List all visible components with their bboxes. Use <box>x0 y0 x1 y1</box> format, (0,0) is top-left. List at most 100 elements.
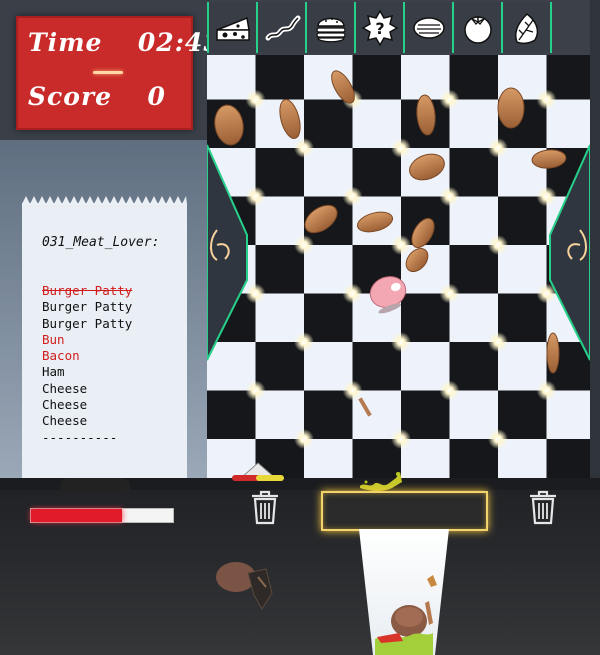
delivery-chute <box>359 529 449 655</box>
falling-patty[interactable] <box>497 87 525 129</box>
board-light <box>294 235 314 255</box>
svg-text:?: ? <box>375 19 384 38</box>
board-light <box>391 235 411 255</box>
trash-icon <box>530 490 556 525</box>
health-bar-fill <box>31 509 122 522</box>
ingredient-slot-patty[interactable] <box>405 2 454 53</box>
board-tile <box>255 342 305 391</box>
patty-icon <box>412 16 445 39</box>
board-tile <box>498 196 547 246</box>
board-light <box>439 380 460 401</box>
order-item: Burger Patty <box>42 299 133 315</box>
condiment-bottle[interactable] <box>228 455 288 485</box>
order-item: Bacon <box>42 348 80 364</box>
board-tile <box>304 99 353 149</box>
receipt-torn-edge <box>22 196 187 204</box>
board-tile <box>401 293 450 343</box>
bacon-icon <box>265 15 300 40</box>
board-tile <box>449 148 499 197</box>
falling-patty[interactable] <box>546 332 560 374</box>
ingredient-slot-mystery[interactable]: ? <box>356 2 405 53</box>
board-light <box>245 283 266 304</box>
ingredient-slot-lettuce[interactable] <box>503 2 552 53</box>
board-tile <box>498 390 547 440</box>
game-board[interactable] <box>207 55 590 480</box>
board-light <box>245 89 266 110</box>
order-footer: ---------- <box>42 429 118 445</box>
ingredient-slot-bun[interactable] <box>307 2 356 53</box>
order-item: Cheese <box>42 413 88 429</box>
board-light <box>488 235 508 255</box>
board-tile <box>207 390 256 440</box>
tomato-icon <box>463 15 492 44</box>
order-item: Cheese <box>42 380 88 396</box>
board-tile <box>255 245 305 294</box>
board-tile <box>449 342 499 391</box>
score-panel: Time 02:43 Score 0 <box>16 16 221 130</box>
checker-floor <box>207 55 590 480</box>
board-tile <box>352 342 402 391</box>
order-item: Ham <box>42 364 65 380</box>
board-light <box>536 380 557 401</box>
board-light <box>439 89 460 110</box>
board-light <box>488 332 508 352</box>
health-bar <box>30 508 174 523</box>
board-light <box>439 283 460 304</box>
board-light <box>342 186 363 207</box>
board-tile <box>304 293 353 343</box>
order-item: Cheese <box>42 397 88 413</box>
trash-icon <box>252 490 278 525</box>
assembly-plate[interactable] <box>321 491 488 531</box>
order-name: 031_Meat_Lover: <box>42 235 160 250</box>
board-tile <box>449 245 499 294</box>
order-item: Burger Patty <box>42 315 133 331</box>
board-tile <box>546 439 590 480</box>
mystery-icon: ? <box>360 8 399 47</box>
falling-patty-below <box>216 562 273 610</box>
order-item-list: Burger Patty Burger Patty Burger Patty B… <box>42 283 132 446</box>
order-item: Burger Patty <box>42 283 133 298</box>
board-tile <box>498 293 547 343</box>
board-light <box>536 186 557 207</box>
trash-bin-left[interactable] <box>248 488 282 526</box>
board-light <box>488 138 508 158</box>
board-light <box>488 429 508 449</box>
cheese-icon <box>215 16 250 41</box>
order-item: Bun <box>42 331 65 347</box>
board-tile <box>255 148 305 197</box>
board-tile <box>401 390 450 440</box>
board-light <box>294 138 314 158</box>
counter-floor <box>0 480 600 655</box>
time-label: Time <box>28 28 103 57</box>
board-tile <box>352 148 402 197</box>
time-readout: Time 02:43 <box>28 28 222 57</box>
board-light <box>342 380 363 401</box>
ingredient-bar: ? <box>207 0 590 55</box>
sauce-splat <box>360 472 402 491</box>
lettuce-icon <box>514 12 538 44</box>
score-label: Score <box>28 82 113 111</box>
receipt-printer <box>60 478 130 492</box>
board-light <box>294 429 314 449</box>
trash-bin-right[interactable] <box>526 488 560 526</box>
ingredient-slot-cheese[interactable] <box>207 2 258 53</box>
ingredient-slot-tomato[interactable] <box>454 2 503 53</box>
board-light <box>391 332 411 352</box>
score-readout: Score 0 <box>28 82 166 111</box>
ingredient-slot-bacon[interactable] <box>258 2 307 53</box>
order-receipt: 031_Meat_Lover: Burger Patty Burger Patt… <box>22 196 187 480</box>
board-light <box>342 283 363 304</box>
bun-icon <box>315 17 346 42</box>
game-screen: Time 02:43 Score 0 ? 031_Meat_Lover: Bur… <box>0 0 600 655</box>
board-light <box>245 380 266 401</box>
board-light <box>391 138 411 158</box>
board-light <box>536 89 557 110</box>
board-light <box>439 186 460 207</box>
board-light <box>245 186 266 207</box>
panel-divider <box>93 71 123 74</box>
board-tile <box>304 390 353 440</box>
score-value: 0 <box>147 82 166 111</box>
board-light <box>391 429 411 449</box>
board-light <box>294 332 314 352</box>
right-wall <box>590 0 600 490</box>
